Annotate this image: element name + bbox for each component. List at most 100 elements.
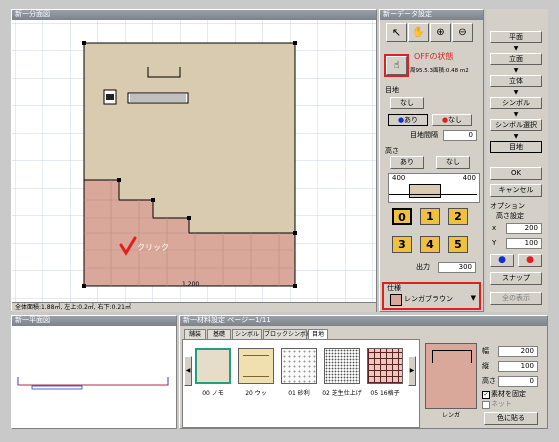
fix-material-label: 素材を固定 bbox=[491, 390, 526, 398]
3d-view-button[interactable]: 立体 bbox=[490, 75, 542, 87]
plan-status-bar: 全体面積:1.88㎡, 左上:0.2㎡, 右下:0.21㎡ bbox=[12, 302, 376, 312]
material-preview bbox=[425, 343, 477, 409]
num-button-3[interactable]: 3 bbox=[392, 236, 412, 253]
option-x-field[interactable]: 200 bbox=[506, 223, 542, 234]
thumb-grid[interactable] bbox=[367, 348, 403, 384]
hand-pan-icon[interactable]: ✋ bbox=[408, 23, 429, 42]
mini-window-title: 新一平面図 bbox=[12, 316, 176, 326]
flow-arrow-icon: ▼ bbox=[513, 133, 519, 140]
tab-joint[interactable]: 目地 bbox=[308, 329, 328, 339]
dimension-label: 1.200 bbox=[182, 281, 200, 288]
dropdown-arrow-icon: ▼ bbox=[470, 294, 476, 302]
material-group-label: 仕様 bbox=[387, 284, 401, 292]
height-slider[interactable]: 400 400 bbox=[388, 173, 480, 203]
flow-arrow-icon: ▼ bbox=[513, 111, 519, 118]
thumb-wood[interactable] bbox=[238, 348, 274, 384]
counter-symbol bbox=[127, 92, 189, 104]
plan-window-title: 新一分面図 bbox=[12, 10, 376, 20]
thumb-caption: 00 ノモ bbox=[202, 390, 224, 397]
output-label: 出力 bbox=[416, 263, 430, 271]
joint-button[interactable]: 目地 bbox=[490, 141, 542, 153]
mini-plan-canvas[interactable] bbox=[12, 327, 176, 427]
fix-material-checkbox[interactable]: ✓ bbox=[482, 391, 490, 399]
joint-width-field[interactable]: 0 bbox=[443, 130, 477, 141]
option-sub-label: 高さ設定 bbox=[496, 212, 524, 220]
option-y-label: Y bbox=[492, 239, 497, 247]
material-window-title: 新一材料設定 ページー1/11 bbox=[180, 316, 547, 326]
data-panel-title: 新ーデータ設定 bbox=[380, 10, 483, 20]
output-field[interactable]: 300 bbox=[438, 262, 476, 273]
flow-arrow-icon: ▼ bbox=[513, 89, 519, 96]
thumb-gravel[interactable] bbox=[281, 348, 317, 384]
option-y-field[interactable]: 100 bbox=[506, 238, 542, 249]
thumb-caption: 20 ウッ bbox=[245, 390, 267, 397]
plan-window: 新一分面図 クリック 1.200 全体面積:1.88㎡, 左上:0.2㎡, 右下… bbox=[11, 9, 377, 312]
height-no-button[interactable]: なし bbox=[436, 156, 470, 169]
show-all-button[interactable]: 全の表示 bbox=[490, 292, 542, 305]
num-button-1[interactable]: 1 bbox=[420, 208, 440, 225]
select-arrow-icon[interactable]: ↖ bbox=[386, 23, 407, 42]
height-yes-button[interactable]: あり bbox=[390, 156, 424, 169]
num-button-5[interactable]: 5 bbox=[448, 236, 468, 253]
thumb-caption: 01 砂利 bbox=[288, 390, 310, 397]
height-label: 縦 bbox=[482, 362, 489, 370]
joint-no-label: なし bbox=[448, 116, 463, 124]
height-group-label: 高さ bbox=[385, 147, 399, 155]
depth-field[interactable]: 0 bbox=[498, 376, 538, 387]
width-label: 幅 bbox=[482, 347, 489, 355]
next-page-arrow-icon[interactable]: ▶ bbox=[408, 356, 416, 386]
symbol-select-button[interactable]: シンボル選択 bbox=[490, 119, 542, 131]
option-x-label: x bbox=[492, 224, 497, 232]
height-right-value: 400 bbox=[462, 174, 476, 182]
num-button-2[interactable]: 2 bbox=[448, 208, 468, 225]
tab-paving[interactable]: 舗装 bbox=[184, 329, 206, 339]
joint-width-label: 目地間隔 bbox=[410, 131, 438, 139]
zoom-out-icon[interactable]: ⊖ bbox=[452, 23, 473, 42]
apply-color-button[interactable]: 色に貼る bbox=[484, 412, 538, 425]
hand-off-icon[interactable]: ☝ bbox=[384, 54, 409, 77]
joint-no-radio[interactable]: ●なし bbox=[432, 114, 472, 126]
elevation-view-button[interactable]: 立面 bbox=[490, 53, 542, 65]
off-annotation: OFFの状態 bbox=[414, 52, 454, 61]
status-text: 全体面積:1.88㎡, 左上:0.2㎡, 右下:0.21㎡ bbox=[15, 304, 131, 311]
material-select-box[interactable]: 仕様 レンガブラウン ▼ bbox=[382, 282, 481, 310]
snap-button[interactable]: スナップ bbox=[490, 272, 542, 285]
zoom-in-icon[interactable]: ⊕ bbox=[430, 23, 451, 42]
prev-page-arrow-icon[interactable]: ◀ bbox=[184, 356, 192, 386]
tab-foundation[interactable]: 基礎 bbox=[207, 329, 231, 339]
thumb-solid[interactable] bbox=[195, 348, 231, 384]
symbol-button[interactable]: シンボル bbox=[490, 97, 542, 109]
depth-label: 高さ bbox=[482, 377, 496, 385]
option-group-label: オプション bbox=[490, 202, 525, 210]
height-field[interactable]: 100 bbox=[498, 361, 538, 372]
click-annotation: クリック bbox=[137, 243, 169, 252]
blue-dot-button[interactable]: ● bbox=[490, 254, 514, 267]
data-settings-panel: 新ーデータ設定 ↖ ✋ ⊕ ⊖ ☝ OFFの状態 周95.5.3面積:0.48 … bbox=[379, 9, 484, 312]
preview-caption: レンガ bbox=[441, 412, 460, 419]
num-button-4[interactable]: 4 bbox=[420, 236, 440, 253]
thumb-caption: 05 16格子 bbox=[370, 390, 400, 397]
width-field[interactable]: 200 bbox=[498, 346, 538, 357]
plan-canvas[interactable] bbox=[12, 20, 376, 302]
mini-plan-window: 新一平面図 bbox=[11, 315, 177, 429]
flow-arrow-icon: ▼ bbox=[513, 45, 519, 52]
net-checkbox[interactable] bbox=[482, 401, 490, 409]
ok-button[interactable]: OK bbox=[490, 167, 542, 180]
thumb-lawn[interactable] bbox=[324, 348, 360, 384]
material-window: 新一材料設定 ページー1/11 舗装 基礎 シンボル ブロックシンボル 目地 ◀… bbox=[179, 315, 548, 429]
tab-symbol[interactable]: シンボル bbox=[232, 329, 262, 339]
material-name: レンガブラウン bbox=[404, 295, 453, 303]
joint-none-button[interactable]: なし bbox=[390, 97, 424, 109]
view-button-column: 平面 ▼ 立面 ▼ 立体 ▼ シンボル ▼ シンボル選択 ▼ 目地 OK キャン… bbox=[486, 9, 548, 312]
joint-yes-label: あり bbox=[404, 116, 419, 124]
plan-view-button[interactable]: 平面 bbox=[490, 31, 542, 43]
joint-yes-radio[interactable]: ●あり bbox=[388, 114, 428, 126]
red-dot-button[interactable]: ● bbox=[518, 254, 542, 267]
num-button-0[interactable]: 0 bbox=[392, 208, 412, 225]
cancel-button[interactable]: キャンセル bbox=[490, 184, 542, 197]
tab-block-symbol[interactable]: ブロックシンボル bbox=[263, 329, 312, 339]
height-left-value: 400 bbox=[392, 174, 406, 182]
joint-group-label: 目地 bbox=[385, 86, 399, 94]
net-label: ネット bbox=[491, 400, 512, 408]
area-text: 周95.5.3面積:0.48 m2 bbox=[410, 68, 469, 74]
